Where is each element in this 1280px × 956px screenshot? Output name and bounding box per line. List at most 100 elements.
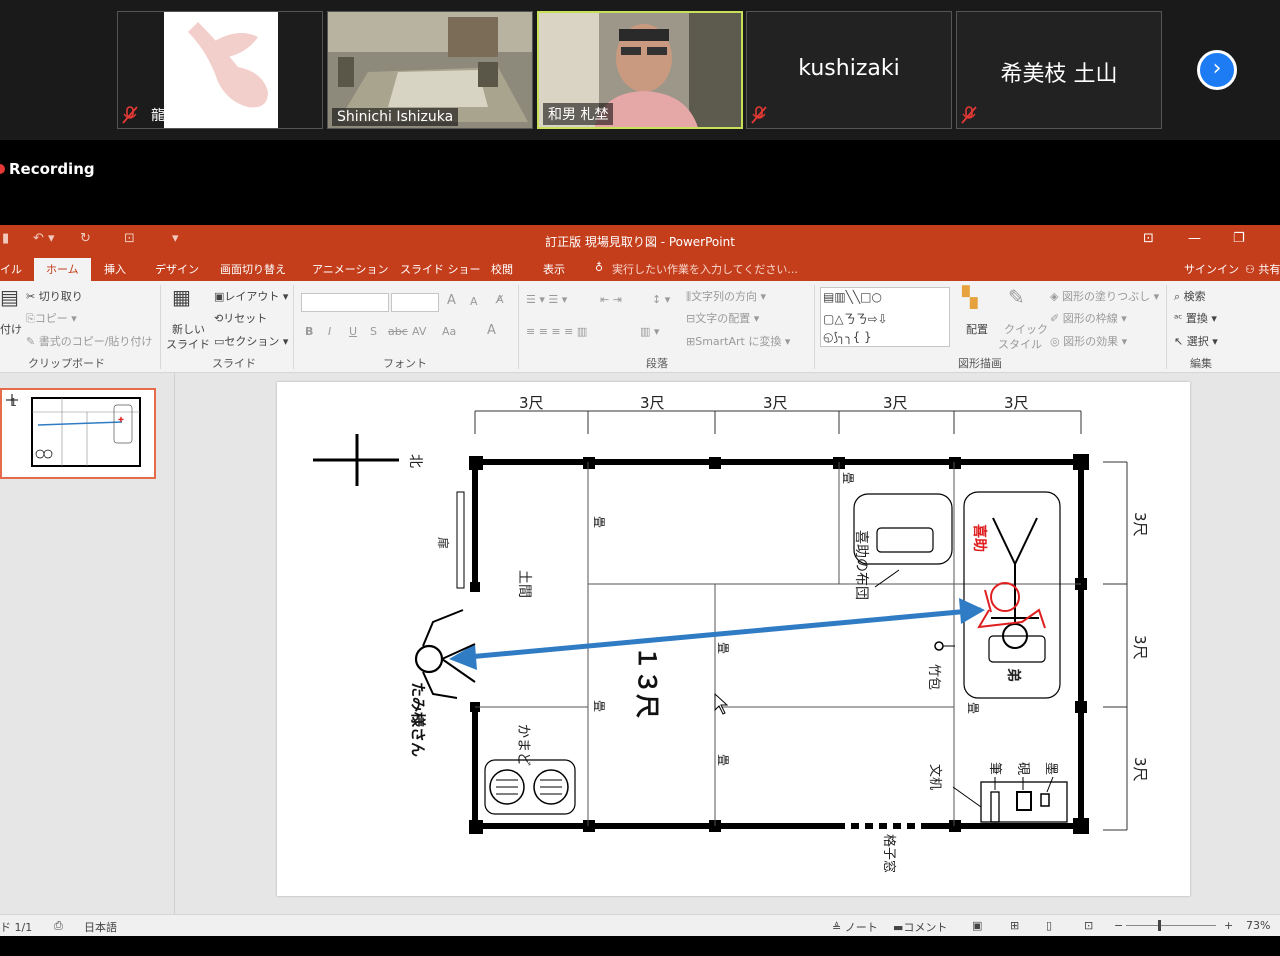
new-slide-icon[interactable]: ▦ (172, 285, 191, 309)
bold-button[interactable]: B (305, 325, 313, 338)
text-direction-button[interactable]: ⫼文字列の方向 ▾ (686, 288, 766, 304)
next-page-button[interactable]: › (1197, 50, 1237, 90)
slide-thumbnail-pane: 1 ✚ (0, 373, 175, 914)
share-button[interactable]: ⚇ 共有 (1245, 261, 1280, 277)
group-label-editing: 編集 (1190, 357, 1212, 370)
lattice-window-label: 格子窓 (881, 834, 897, 873)
quick-styles-icon[interactable]: ✎ (1008, 285, 1025, 309)
line-spacing-icon[interactable]: ↕ ▾ (652, 293, 670, 306)
underline-button[interactable]: U (349, 325, 357, 338)
quick-styles-label-2[interactable]: スタイル (998, 336, 1042, 352)
participant-tile-5[interactable]: 希美枝 土山 (956, 11, 1162, 129)
arrange-button[interactable]: 配置 (966, 321, 988, 337)
tab-file[interactable]: イル (0, 261, 22, 277)
paste-icon[interactable]: ▤ (0, 285, 19, 309)
shadow-button[interactable]: S (370, 325, 377, 338)
grow-font-button[interactable]: A (447, 293, 456, 308)
reset-button[interactable]: ⟲リセット (214, 310, 267, 326)
dim-top-1: 3尺 (519, 394, 544, 412)
zoom-slider-thumb[interactable] (1158, 920, 1161, 931)
section-label: セクション (224, 335, 280, 348)
cut-button[interactable]: ✂ 切り取り (26, 288, 83, 304)
shapes-row-icons: ◵⟆╮╮{ } (823, 330, 872, 344)
strike-button[interactable]: abc (388, 325, 408, 338)
shrink-font-button[interactable]: A (470, 295, 478, 308)
dim-right-3: 3尺 (1131, 757, 1149, 782)
paste-button[interactable]: 付け (0, 321, 22, 337)
search-icon: ⌕ (1174, 290, 1181, 303)
notes-button[interactable]: ≜ ノート (832, 919, 878, 935)
participant-tile-4[interactable]: kushizaki (746, 11, 952, 129)
font-name-select[interactable] (301, 293, 389, 312)
status-bar: ド 1/1 ⎙ 日本語 ≜ ノート ▬コメント ▣ ⊞ ▯ ⊡ − + 73% (0, 914, 1280, 936)
reading-view-icon[interactable]: ▯ (1046, 919, 1052, 932)
clear-format-icon[interactable]: A̸ (496, 293, 504, 306)
zoom-in-icon[interactable]: + (1224, 919, 1233, 932)
shape-fill-button[interactable]: ◈ 図形の塗りつぶし ▾ (1050, 288, 1159, 304)
layout-button[interactable]: ▣レイアウト ▾ (214, 288, 288, 304)
ribbon-tabs: イル ホーム 挿入 デザイン 画面切り替え アニメーション スライド ショー 校… (0, 255, 1280, 283)
futon-label: 喜助の布団 (853, 530, 869, 600)
spelling-icon[interactable]: ⎙ (54, 919, 63, 933)
smartart-button[interactable]: ⊞SmartArt に変換 ▾ (686, 333, 790, 349)
reset-label: リセット (223, 312, 268, 325)
font-color-button[interactable]: A (487, 323, 496, 338)
tab-home[interactable]: ホーム (34, 258, 91, 283)
new-slide-label-1[interactable]: 新しい (172, 321, 205, 337)
zoom-level[interactable]: 73% (1246, 919, 1270, 932)
bullets-icon[interactable]: ☰ ▾ ☰ ▾ (526, 293, 567, 306)
select-label: 選択 (1186, 335, 1209, 348)
arrange-icon[interactable]: ▚ (962, 285, 977, 309)
comment-icon: ▬ (893, 921, 904, 934)
align-text-button[interactable]: ⊟文字の配置 ▾ (686, 310, 759, 326)
zoom-slider[interactable] (1126, 925, 1216, 926)
char-spacing-button[interactable]: AV (412, 325, 426, 338)
quick-styles-label-1[interactable]: クイック (1004, 321, 1048, 337)
language-indicator[interactable]: 日本語 (84, 919, 117, 935)
shape-effects-button[interactable]: ◎ 図形の効果 ▾ (1050, 333, 1127, 349)
copy-button[interactable]: ⎘コピー ▾ (26, 310, 77, 326)
restore-icon[interactable]: ❐ (1233, 231, 1245, 246)
find-button[interactable]: ⌕ 検索 (1174, 288, 1206, 304)
comments-button[interactable]: ▬コメント (893, 919, 947, 935)
divider (814, 285, 815, 369)
ribbon-display-icon[interactable]: ⊡ (1143, 231, 1154, 246)
tab-design[interactable]: デザイン (155, 261, 199, 277)
tab-view[interactable]: 表示 (543, 261, 565, 277)
signin-link[interactable]: サインイン (1184, 261, 1239, 277)
font-size-select[interactable] (391, 293, 439, 312)
shape-outline-button[interactable]: ✐ 図形の枠線 ▾ (1050, 310, 1127, 326)
slide-thumbnail-1[interactable]: 1 ✚ (0, 388, 156, 479)
shapes-gallery[interactable]: ▤▥╲╲□○ ▢△ㄋㄋ⇨⇩ ◵⟆╮╮{ } (820, 287, 950, 347)
participant-tile-3[interactable]: 和男 札埜 (537, 11, 743, 129)
italic-button[interactable]: I (328, 325, 331, 338)
minimize-icon[interactable]: — (1188, 231, 1201, 246)
participant-tile-1[interactable]: 龍谷・犯罪学研究… (117, 11, 323, 129)
format-painter-button[interactable]: ✎ 書式のコピー/貼り付け (26, 333, 152, 349)
tell-me-search[interactable]: 実行したい作業を入力してください... (612, 261, 798, 277)
tab-transitions[interactable]: 画面切り替え (220, 261, 286, 277)
slide-sorter-icon[interactable]: ⊞ (1010, 919, 1019, 932)
dim-top-5: 3尺 (1004, 394, 1029, 412)
tab-insert[interactable]: 挿入 (104, 261, 126, 277)
tab-review[interactable]: 校閲 (491, 261, 513, 277)
participant-tile-2[interactable]: Shinichi Ishizuka (327, 11, 533, 129)
select-button[interactable]: ↖ 選択 ▾ (1174, 333, 1218, 349)
slideshow-icon[interactable]: ⊡ (1084, 919, 1093, 932)
align-icons[interactable]: ≡ ≡ ≡ ≡ ▥ (526, 325, 587, 338)
paint-bucket-icon: ◈ (1050, 290, 1059, 303)
change-case-button[interactable]: Aa (442, 325, 456, 338)
zoom-out-icon[interactable]: − (1114, 919, 1123, 932)
format-painter-label: 書式のコピー/貼り付け (38, 335, 153, 348)
replace-button[interactable]: ᵃᶜ 置換 ▾ (1174, 310, 1217, 326)
recording-dot-icon (0, 164, 5, 174)
section-button[interactable]: ▭セクション ▾ (214, 333, 288, 349)
tab-slideshow[interactable]: スライド ショー (400, 261, 481, 277)
columns-icon[interactable]: ▥ ▾ (640, 325, 659, 338)
slide-canvas[interactable]: 3尺 3尺 3尺 3尺 3尺 3尺 3尺 3尺 北 扉 土間 畳 畳 畳 畳 畳… (277, 382, 1190, 896)
normal-view-icon[interactable]: ▣ (972, 919, 982, 932)
tab-animations[interactable]: アニメーション (312, 261, 389, 277)
new-slide-label-2[interactable]: スライド (166, 336, 210, 352)
indent-icon[interactable]: ⇤ ⇥ (600, 293, 622, 306)
share-label: 共有 (1258, 263, 1280, 276)
